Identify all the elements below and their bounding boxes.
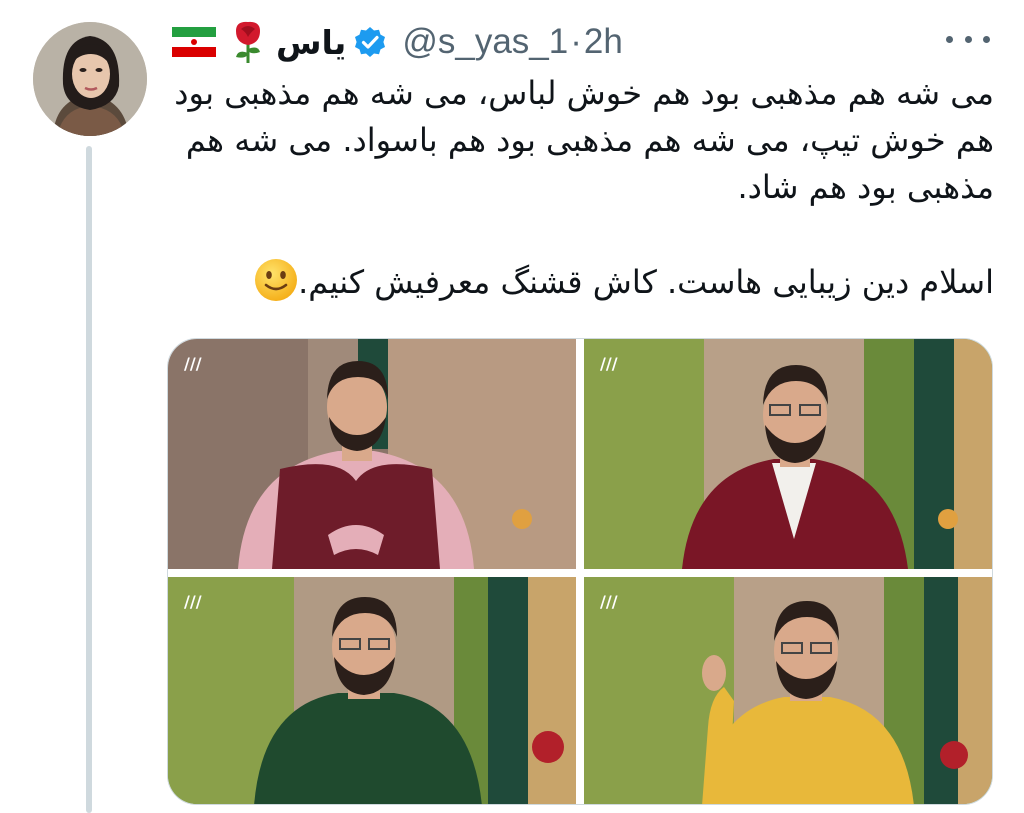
tweet-text: می شه هم مذهبی بود هم خوش لباس، می شه هم…	[168, 70, 994, 306]
tweet-paragraph-1: می شه هم مذهبی بود هم خوش لباس، می شه هم…	[174, 74, 994, 206]
iran-flag-icon	[172, 27, 216, 57]
thread-line	[86, 146, 92, 813]
svg-text:///: ///	[184, 592, 202, 611]
tweet-photo-4[interactable]: ///	[584, 577, 992, 804]
tweet-paragraph-2-text: اسلام دین زیبایی هاست. کاش قشنگ معرفیش ک…	[298, 263, 994, 301]
tweet-paragraph-2: اسلام دین زیبایی هاست. کاش قشنگ معرفیش ک…	[168, 258, 994, 306]
svg-text:///: ///	[600, 354, 618, 373]
author-handle[interactable]: @s_yas_1	[402, 22, 568, 62]
media-grid: /// /// /// ///	[167, 338, 993, 805]
tweet-photo-3[interactable]: ///	[168, 577, 576, 804]
tweet-photo-2[interactable]: ///	[584, 339, 992, 569]
tweet-header: یاس @s_yas_1 · 2h	[172, 14, 623, 70]
svg-text:///: ///	[600, 592, 618, 611]
avatar[interactable]	[33, 22, 147, 136]
tweet-photo-1[interactable]: ///	[168, 339, 576, 569]
separator: ·	[570, 22, 582, 61]
tweet-time[interactable]: 2h	[584, 22, 623, 62]
author-name[interactable]: یاس	[276, 23, 346, 62]
slightly-smiling-face-icon	[255, 259, 298, 301]
svg-text:///: ///	[184, 354, 202, 373]
rose-icon	[236, 21, 260, 63]
more-options-icon[interactable]	[946, 26, 990, 52]
verified-badge-icon	[355, 27, 386, 57]
